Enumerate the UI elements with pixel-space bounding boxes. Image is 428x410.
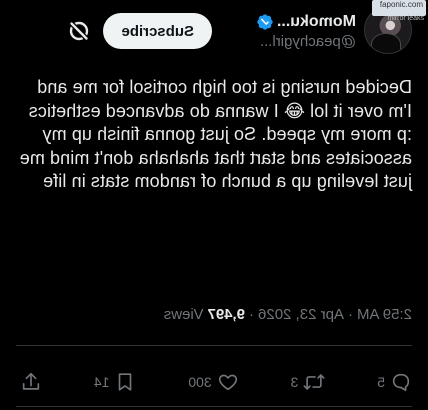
bookmark-icon <box>119 373 132 391</box>
post-text: Decided nursing is too high cortisol for… <box>14 77 412 191</box>
author-info[interactable]: Momoku... @peachygirl... <box>230 13 356 50</box>
action-bar: 5 3 300 14 <box>12 362 412 402</box>
heart-icon <box>218 374 237 391</box>
post-time[interactable]: 2:59 AM <box>357 306 412 323</box>
post-date[interactable]: Apr 23, 2026 <box>258 306 344 323</box>
divider <box>16 345 412 346</box>
verified-badge-icon <box>257 13 273 30</box>
post-meta: 2:59 AM · Apr 23, 2026 · 9,497 Views <box>164 306 412 323</box>
repost-count: 3 <box>290 374 299 390</box>
meta-separator: · <box>347 306 353 323</box>
reply-count: 5 <box>377 374 385 390</box>
watermark-subtitle: mirror leaks <box>387 15 424 22</box>
bookmark-count: 14 <box>93 374 110 390</box>
meta-separator: · <box>249 306 255 323</box>
like-button[interactable]: 300 <box>188 371 238 393</box>
grok-icon[interactable] <box>65 17 93 45</box>
post-header: Momoku... @peachygirl... Subscribe <box>16 0 412 62</box>
share-icon <box>22 372 40 390</box>
handle[interactable]: @peachygirl... <box>230 33 356 50</box>
repost-icon <box>303 374 325 390</box>
watermark: faponic.com <box>372 0 426 16</box>
name-row: Momoku... <box>230 13 356 31</box>
repost-button[interactable]: 3 <box>291 371 326 393</box>
like-count: 300 <box>188 374 212 390</box>
views-count: 9,497 <box>207 306 246 323</box>
divider <box>16 406 412 407</box>
share-button[interactable] <box>20 371 42 393</box>
mirrored-screen: Momoku... @peachygirl... Subscribe Decid… <box>0 0 428 410</box>
reply-button[interactable]: 5 <box>377 371 412 393</box>
display-name[interactable]: Momoku... <box>277 13 356 31</box>
views-label: Views <box>163 306 204 323</box>
subscribe-button[interactable]: Subscribe <box>103 13 212 49</box>
reply-icon <box>392 373 410 392</box>
bookmark-button[interactable]: 14 <box>94 371 137 393</box>
